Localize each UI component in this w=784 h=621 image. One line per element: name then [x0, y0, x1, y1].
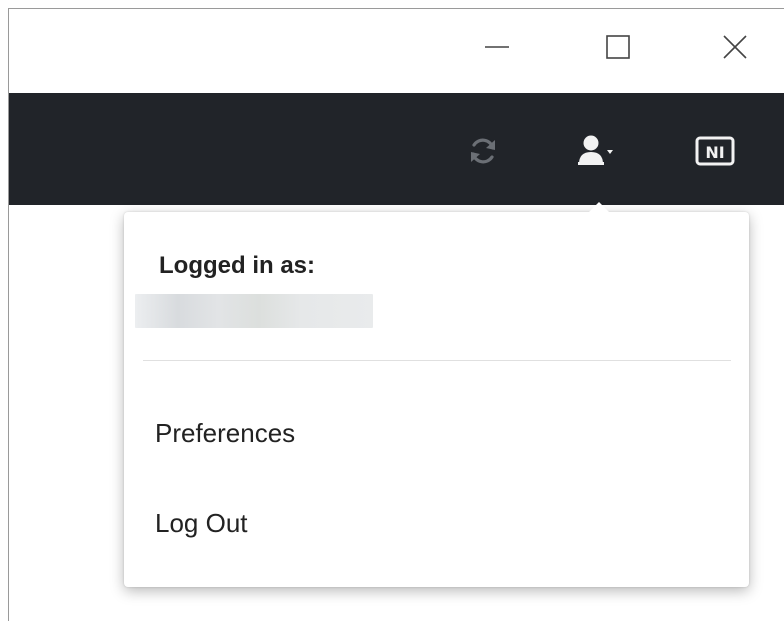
maximize-button[interactable]	[598, 27, 638, 67]
logged-in-heading: Logged in as:	[159, 252, 315, 279]
username-redacted	[135, 294, 373, 328]
close-icon	[723, 35, 747, 59]
sync-icon	[471, 138, 495, 164]
user-dropdown-menu: Logged in as: Preferences Log Out	[124, 212, 749, 587]
close-button[interactable]	[715, 27, 755, 67]
ni-logo-icon: NI	[695, 136, 735, 166]
sync-button[interactable]	[461, 129, 505, 173]
app-toolbar: NI	[9, 93, 784, 205]
menu-divider	[143, 360, 731, 361]
title-bar	[9, 9, 784, 93]
preferences-menu-item[interactable]: Preferences	[155, 414, 295, 453]
minimize-icon	[485, 46, 509, 48]
user-icon	[578, 135, 613, 165]
maximize-icon	[606, 35, 630, 59]
user-account-button[interactable]	[575, 129, 619, 173]
ni-logo-button[interactable]: NI	[693, 129, 737, 173]
minimize-button[interactable]	[477, 27, 517, 67]
dropdown-pointer	[588, 202, 610, 213]
svg-text:NI: NI	[705, 143, 724, 162]
log-out-menu-item[interactable]: Log Out	[155, 504, 248, 543]
